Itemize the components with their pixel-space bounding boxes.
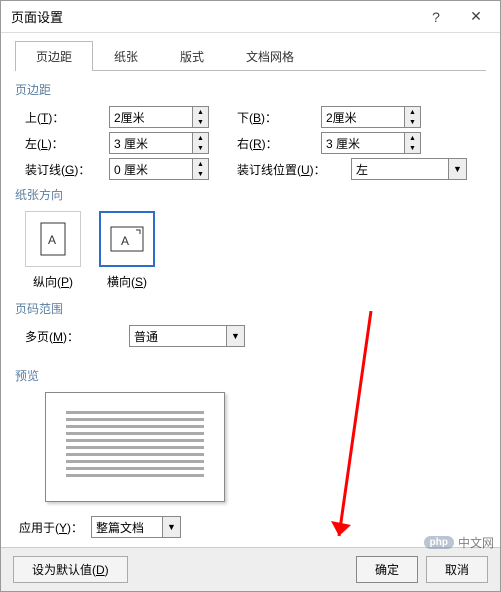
multi-combo[interactable]: 普通▼: [129, 325, 245, 347]
row-multi: 多页(M)： 普通▼: [25, 325, 486, 347]
apply-value: 整篇文档: [92, 519, 162, 536]
multi-label: 多页(M)：: [25, 328, 125, 345]
gutter-spinner[interactable]: ▲▼: [109, 158, 209, 180]
row-top-bottom: 上(T)： ▲▼ 下(B)： ▲▼: [25, 106, 486, 128]
orientation-group-label: 纸张方向: [15, 186, 486, 203]
top-label: 上(T)：: [25, 109, 105, 126]
orientation-landscape[interactable]: A 横向(S): [99, 211, 155, 290]
svg-text:A: A: [121, 234, 129, 248]
gutter-label: 装订线(G)：: [25, 161, 105, 178]
down-icon[interactable]: ▼: [405, 143, 420, 153]
left-label: 左(L)：: [25, 135, 105, 152]
help-button[interactable]: ?: [416, 3, 456, 31]
preview-group-label: 预览: [15, 367, 486, 384]
up-icon[interactable]: ▲: [193, 107, 208, 117]
right-spinner[interactable]: ▲▼: [321, 132, 421, 154]
up-icon[interactable]: ▲: [405, 133, 420, 143]
pages-group-label: 页码范围: [15, 300, 486, 317]
footer: 设为默认值(D) 确定 取消: [1, 547, 500, 591]
apply-row: 应用于(Y)： 整篇文档▼: [19, 516, 486, 538]
orientation-portrait[interactable]: A 纵向(P): [25, 211, 81, 290]
preview-box: [45, 392, 225, 502]
set-default-button[interactable]: 设为默认值(D): [13, 556, 128, 583]
down-icon[interactable]: ▼: [193, 169, 208, 179]
window-title: 页面设置: [11, 7, 416, 26]
multi-value: 普通: [130, 328, 226, 345]
gutter-pos-label: 装订线位置(U)：: [237, 161, 347, 178]
cancel-button[interactable]: 取消: [426, 556, 488, 583]
bottom-spinner[interactable]: ▲▼: [321, 106, 421, 128]
row-left-right: 左(L)： ▲▼ 右(R)： ▲▼: [25, 132, 486, 154]
apply-combo[interactable]: 整篇文档▼: [91, 516, 181, 538]
close-button[interactable]: ✕: [456, 3, 496, 31]
top-spinner[interactable]: ▲▼: [109, 106, 209, 128]
bottom-label: 下(B)：: [237, 109, 317, 126]
titlebar: 页面设置 ? ✕: [1, 1, 500, 33]
right-input[interactable]: [322, 133, 404, 153]
down-icon[interactable]: ▼: [193, 143, 208, 153]
ok-button[interactable]: 确定: [356, 556, 418, 583]
portrait-label: 纵向(P): [33, 273, 73, 290]
bottom-input[interactable]: [322, 107, 404, 127]
content: 页边距 纸张 版式 文档网格 页边距 上(T)： ▲▼ 下(B)： ▲▼ 左(L…: [1, 33, 500, 538]
gutter-pos-combo[interactable]: 左▼: [351, 158, 467, 180]
margins-group-label: 页边距: [15, 81, 486, 98]
chevron-down-icon[interactable]: ▼: [448, 159, 466, 179]
tab-margins[interactable]: 页边距: [15, 41, 93, 71]
up-icon[interactable]: ▲: [193, 133, 208, 143]
left-spinner[interactable]: ▲▼: [109, 132, 209, 154]
tabs: 页边距 纸张 版式 文档网格: [15, 41, 486, 71]
left-input[interactable]: [110, 133, 192, 153]
orientation-row: A 纵向(P) A 横向(S): [25, 211, 486, 290]
chevron-down-icon[interactable]: ▼: [226, 326, 244, 346]
top-input[interactable]: [110, 107, 192, 127]
down-icon[interactable]: ▼: [193, 117, 208, 127]
tab-layout[interactable]: 版式: [159, 41, 225, 71]
landscape-label: 横向(S): [107, 273, 147, 290]
tab-paper[interactable]: 纸张: [93, 41, 159, 71]
chevron-down-icon[interactable]: ▼: [162, 517, 180, 537]
gutter-pos-value: 左: [352, 161, 448, 178]
down-icon[interactable]: ▼: [405, 117, 420, 127]
landscape-icon[interactable]: A: [99, 211, 155, 267]
row-gutter: 装订线(G)： ▲▼ 装订线位置(U)： 左▼: [25, 158, 486, 180]
tab-grid[interactable]: 文档网格: [225, 41, 315, 71]
apply-label: 应用于(Y)：: [19, 519, 83, 536]
portrait-icon[interactable]: A: [25, 211, 81, 267]
up-icon[interactable]: ▲: [405, 107, 420, 117]
svg-text:A: A: [48, 233, 56, 247]
gutter-input[interactable]: [110, 159, 192, 179]
up-icon[interactable]: ▲: [193, 159, 208, 169]
right-label: 右(R)：: [237, 135, 317, 152]
